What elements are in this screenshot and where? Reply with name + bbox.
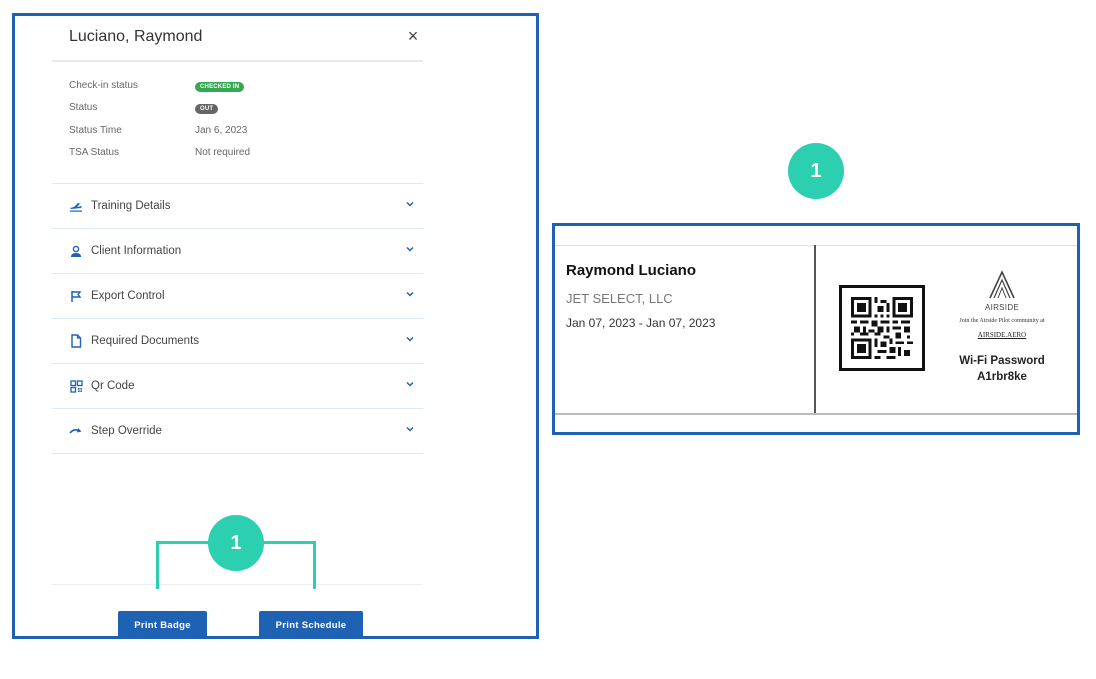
info-label: Status [69,102,98,114]
status-info: Check-in status CHECKED IN Status OUT St… [69,74,409,164]
section-client-information[interactable]: Client Information [52,228,423,273]
info-label: TSA Status [69,147,120,159]
info-value: Not required [195,147,251,159]
section-label: Step Override [91,425,162,437]
info-row-status-time: Status Time Jan 6, 2023 [69,119,409,142]
user-icon [69,244,83,258]
chevron-down-icon[interactable] [405,289,415,299]
info-value: Jan 6, 2023 [195,124,248,136]
section-label: Export Control [91,290,165,302]
flag-icon [69,289,83,303]
section-step-override[interactable]: Step Override [52,408,423,454]
qr-code-image [839,285,925,371]
wifi-password-label: Wi-Fi Password [959,355,1045,367]
chevron-down-icon[interactable] [405,424,415,434]
section-label: Required Documents [91,335,200,347]
badge-bottom-line [555,413,1077,415]
section-training-details[interactable]: Training Details [52,183,423,228]
chevron-down-icon[interactable] [405,334,415,344]
header-divider [52,60,423,62]
info-label: Check-in status [69,79,138,91]
badge-dates: Jan 07, 2023 - Jan 07, 2023 [566,316,716,330]
document-icon [69,334,83,348]
print-schedule-button[interactable]: Print Schedule [259,611,363,639]
airplane-icon [69,199,83,213]
status-badge: OUT [195,104,219,115]
section-label: Client Information [91,245,182,257]
badge-company: JET SELECT, LLC [566,291,673,306]
info-row-checkin: Check-in status CHECKED IN [69,74,409,97]
info-row-tsa: TSA Status Not required [69,142,409,165]
wifi-password-value: A1rbr8ke [977,371,1027,383]
close-icon[interactable]: × [403,26,423,47]
chevron-down-icon[interactable] [405,244,415,254]
logo-text: AIRSIDE [984,303,1020,312]
qr-code-icon [69,379,83,393]
badge-top-line [555,245,1077,246]
callout-number: 1 [788,143,844,199]
section-required-documents[interactable]: Required Documents [52,318,423,363]
join-community-text: Join the Airside Pilot community at [959,318,1045,324]
badge-preview: Raymond Luciano JET SELECT, LLC Jan 07, … [552,223,1080,435]
section-export-control[interactable]: Export Control [52,273,423,318]
print-badge-button[interactable]: Print Badge [118,611,207,639]
community-link: AIRSIDE.AERO [977,331,1027,339]
badge-divider [814,245,816,413]
info-label: Status Time [69,124,122,136]
section-label: Training Details [91,200,171,212]
redo-arrow-icon [69,424,83,438]
airside-logo [989,270,1015,299]
callout-number: 1 [208,515,264,571]
section-label: Qr Code [91,380,135,392]
accordion-sections: Training Details Client Information Expo… [52,183,423,454]
badge-name: Raymond Luciano [566,262,697,279]
info-row-status: Status OUT [69,97,409,120]
chevron-down-icon[interactable] [405,379,415,389]
person-name: Luciano, Raymond [69,28,203,45]
checked-in-badge: CHECKED IN [195,81,245,92]
chevron-down-icon[interactable] [405,199,415,209]
section-qr-code[interactable]: Qr Code [52,363,423,408]
